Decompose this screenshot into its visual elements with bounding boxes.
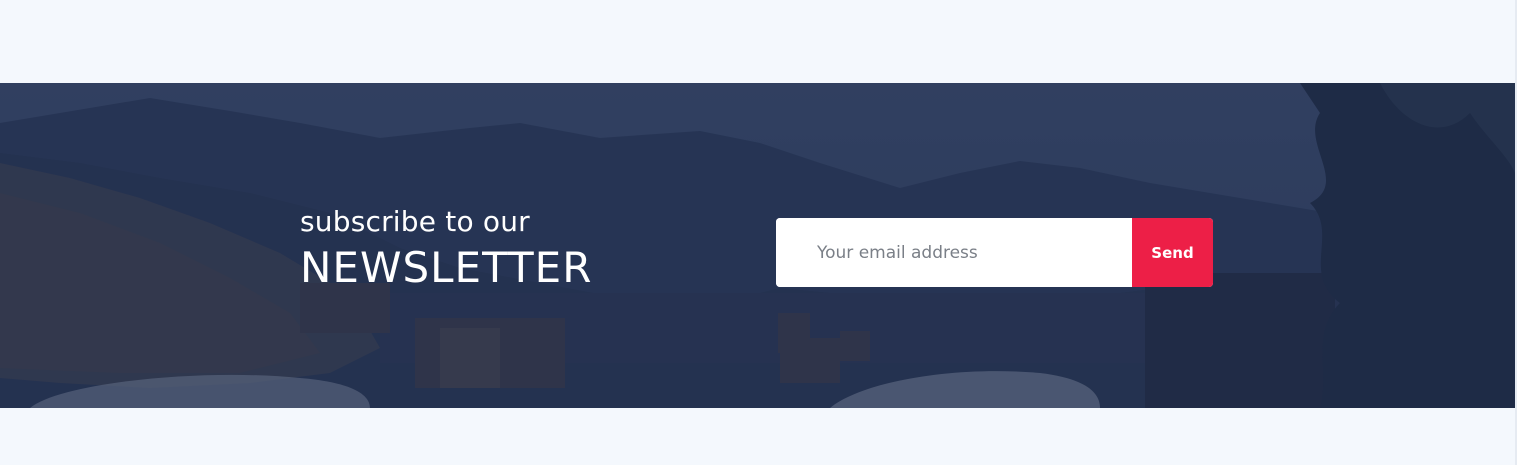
page: subscribe to our NEWSLETTER Send bbox=[0, 0, 1517, 465]
newsletter-subtitle: subscribe to our bbox=[300, 205, 530, 238]
newsletter-title: NEWSLETTER bbox=[300, 243, 593, 292]
email-input[interactable] bbox=[776, 218, 1132, 287]
newsletter-banner: subscribe to our NEWSLETTER Send bbox=[0, 83, 1517, 408]
newsletter-heading: subscribe to our NEWSLETTER bbox=[300, 205, 592, 293]
mountain-landscape-image bbox=[0, 83, 1517, 408]
newsletter-form: Send bbox=[776, 218, 1213, 287]
send-button[interactable]: Send bbox=[1132, 218, 1213, 287]
